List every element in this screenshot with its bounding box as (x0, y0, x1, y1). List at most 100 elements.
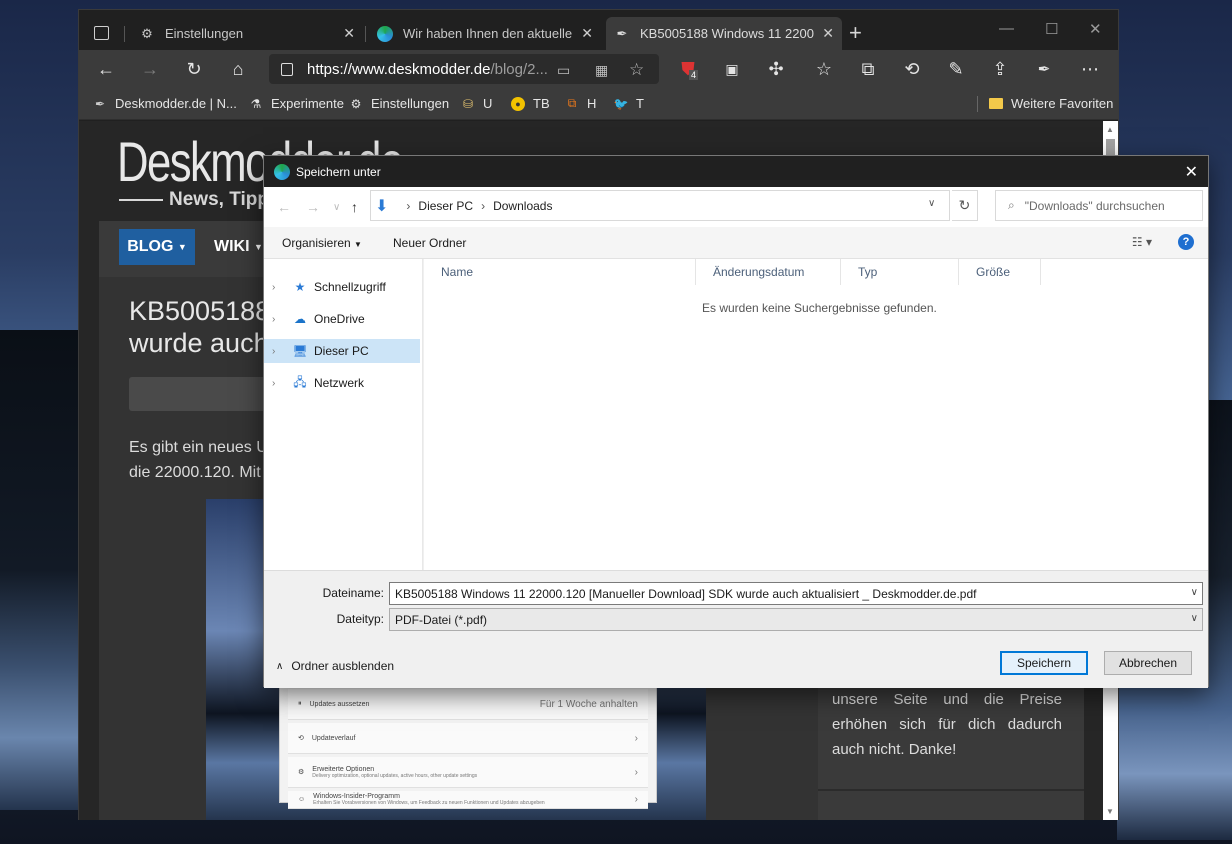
help-icon[interactable]: ? (1178, 234, 1194, 250)
chevron-down-icon[interactable]: ∨ (1191, 587, 1198, 598)
close-icon[interactable]: ✕ (581, 25, 593, 42)
search-input[interactable]: ⌕ "Downloads" durchsuchen (995, 190, 1203, 221)
forward-button[interactable]: → (139, 58, 161, 80)
minimize-button[interactable]: — (999, 20, 1014, 37)
refresh-button[interactable]: ↻ (183, 58, 205, 80)
pen-extension-icon[interactable]: ✒ (1033, 58, 1055, 80)
column-header-size[interactable]: Größe (959, 259, 1041, 285)
breadcrumb[interactable]: ⬇ › Dieser PC › Downloads (370, 190, 950, 221)
bookmark-u-icon: ⛁ (462, 96, 474, 111)
chevron-right-icon: › (634, 766, 638, 778)
favorites-icon[interactable]: ☆ (813, 58, 835, 80)
close-window-button[interactable]: ✕ (1089, 20, 1102, 38)
tab-edge-update[interactable]: Wir haben Ihnen den aktuellen B ✕ (369, 17, 601, 50)
share-icon[interactable]: ⇪ (989, 58, 1011, 80)
save-button[interactable]: Speichern (1000, 651, 1088, 675)
tree-item-label: OneDrive (314, 312, 365, 326)
maximize-button[interactable]: ☐ (1045, 20, 1058, 38)
chevron-up-icon: ∧ (276, 660, 284, 672)
screenshot-settings-panel: ⏸ Updates aussetzen Für 1 Woche anhalten ⟲… (279, 685, 657, 809)
settings-row: ⏸ Updates aussetzen Für 1 Woche anhalten (288, 689, 648, 720)
home-button[interactable]: ⌂ (227, 58, 249, 80)
nav-up-button[interactable]: ↑ (351, 199, 358, 215)
dialog-titlebar: Speichern unter ✕ (264, 156, 1208, 187)
back-button[interactable]: ← (95, 58, 117, 80)
nav-forward-button[interactable]: → (306, 199, 320, 215)
more-menu-icon[interactable]: ⋯ (1079, 58, 1101, 80)
new-folder-button[interactable]: Neuer Ordner (393, 236, 466, 250)
bookmark-einstellungen[interactable]: ⚙ Einstellungen (349, 96, 449, 111)
chevron-right-icon[interactable]: › (272, 378, 286, 389)
bookmark-deskmodder[interactable]: ✒ Deskmodder.de | N... (93, 96, 237, 111)
scroll-down-icon[interactable]: ▼ (1106, 807, 1114, 816)
bookmark-label: H (587, 96, 597, 111)
tree-item-network[interactable]: › 🖧 Netzwerk (264, 371, 420, 395)
bookmark-label: T (636, 96, 644, 111)
close-icon[interactable]: ✕ (822, 25, 834, 42)
tab-actions-icon[interactable] (94, 26, 109, 40)
other-favorites-folder[interactable]: Weitere Favoriten (989, 96, 1113, 111)
new-tab-button[interactable]: + (849, 22, 862, 44)
bookmark-tb-icon: ● (511, 96, 525, 111)
dialog-close-button[interactable]: ✕ (1185, 162, 1198, 182)
web-capture-icon[interactable]: ✎ (945, 58, 967, 80)
chevron-right-icon[interactable]: › (272, 282, 286, 293)
add-favorite-icon[interactable]: ☆ (629, 60, 644, 80)
chevron-right-icon[interactable]: › (272, 346, 286, 357)
tree-item-quick-access[interactable]: › ★ Schnellzugriff (264, 275, 420, 299)
column-header-type[interactable]: Typ (841, 259, 959, 285)
close-icon[interactable]: ✕ (343, 25, 355, 42)
pen-icon: ✒ (94, 96, 106, 111)
scroll-up-icon[interactable]: ▲ (1106, 125, 1114, 134)
nav-wiki[interactable]: WIKI ▼ (214, 229, 263, 265)
url-path: /blog/2... (490, 60, 548, 78)
bookmark-label: Experimente (271, 96, 344, 111)
chevron-down-icon[interactable]: ∨ (1191, 613, 1198, 624)
breadcrumb-item[interactable]: Dieser PC (418, 199, 473, 213)
chevron-right-icon: › (406, 198, 411, 213)
nav-back-button[interactable]: ← (277, 199, 291, 215)
edge-icon (274, 163, 290, 180)
twitter-icon: 🐦 (613, 96, 629, 111)
cancel-button[interactable]: Abbrechen (1104, 651, 1192, 675)
settings-row: ⚙ Erweiterte Optionen Delivery optimizatio… (288, 757, 648, 788)
view-options-icon[interactable]: ☷ ▾ (1132, 235, 1152, 249)
filename-input[interactable]: KB5005188 Windows 11 22000.120 [Manuelle… (389, 582, 1203, 605)
nav-wiki-label: WIKI (214, 238, 250, 255)
chevron-right-icon[interactable]: › (272, 314, 286, 325)
url-host: https://www.deskmodder.de (307, 60, 491, 78)
bookmark-tb[interactable]: ● TB (511, 96, 550, 111)
sidebar-widget: unsere Seite und die Preise erhöhen sich… (818, 667, 1084, 820)
recent-locations-icon[interactable]: ∨ (333, 202, 340, 213)
chevron-down-icon[interactable]: ∨ (928, 198, 935, 209)
nav-blog[interactable]: BLOG ▼ (119, 229, 195, 265)
refresh-button[interactable]: ↻ (952, 190, 978, 221)
tree-item-this-pc[interactable]: › 🖥 Dieser PC (264, 339, 420, 363)
hide-folders-toggle[interactable]: ∧ Ordner ausblenden (276, 659, 394, 673)
breadcrumb-item[interactable]: Downloads (493, 199, 552, 213)
bookmark-t[interactable]: 🐦 T (614, 96, 644, 111)
collections-icon[interactable]: ⧉ (857, 58, 879, 80)
column-header-date[interactable]: Änderungsdatum (696, 259, 841, 285)
app-available-icon[interactable]: ▭ (557, 62, 570, 79)
tab-einstellungen[interactable]: ⚙ Einstellungen ✕ (131, 17, 363, 50)
bookmark-label: U (483, 96, 493, 111)
filetype-select[interactable]: PDF-Datei (*.pdf) ∨ (389, 608, 1203, 631)
tab-bar: ⚙ Einstellungen ✕ Wir haben Ihnen den ak… (79, 10, 1118, 50)
office-extension-icon[interactable]: ▣ (721, 58, 743, 80)
bookmark-label: Einstellungen (371, 96, 450, 111)
column-header-name[interactable]: Name (424, 259, 696, 285)
settings-row-sub: Erhalten Sie Vorabversionen von Windows,… (313, 800, 545, 806)
article-text-line: die 22000.120. Mit (129, 464, 261, 481)
dialog-navigation: ← → ∨ ↑ ⬇ › Dieser PC › Downloads ∨ ↻ ⌕ … (264, 187, 1208, 227)
bookmark-experimente[interactable]: ⚗ Experimente (249, 96, 344, 111)
organize-button[interactable]: Organisieren ▼ (282, 236, 362, 250)
bookmark-h[interactable]: ⧉ H (565, 96, 597, 111)
collections-grid-icon[interactable]: ▦ (595, 62, 608, 79)
tree-item-onedrive[interactable]: › ☁ OneDrive (264, 307, 420, 331)
extensions-puzzle-icon[interactable]: ✣ (765, 58, 787, 80)
bookmark-u[interactable]: ⛁ U (461, 96, 492, 111)
tab-deskmodder[interactable]: ✒ KB5005188 Windows 11 22000.1 ✕ (606, 17, 842, 50)
bookmark-h-icon: ⧉ (567, 96, 577, 110)
history-icon[interactable]: ⟲ (901, 58, 923, 80)
